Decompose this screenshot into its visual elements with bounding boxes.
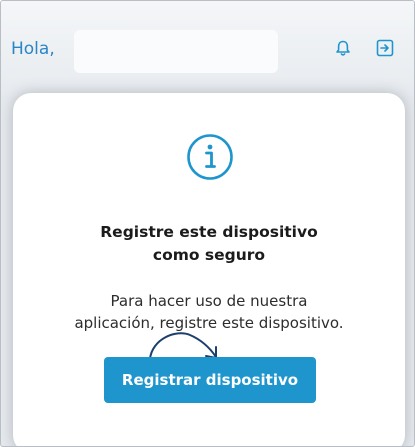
register-device-modal: Registre este dispositivo como seguro Pa… [13,93,405,446]
modal-message: Para hacer uso de nuestra aplicación, re… [13,290,405,334]
register-device-button[interactable]: Registrar dispositivo [104,357,316,403]
modal-message-line-1: Para hacer uso de nuestra [110,292,308,310]
modal-title-line-2: como seguro [152,246,266,264]
info-icon [186,133,234,181]
bell-icon[interactable] [334,39,352,57]
user-name-field [74,30,278,73]
logout-icon[interactable] [376,39,394,57]
modal-message-line-2: aplicación, registre este dispositivo. [74,314,344,332]
modal-title: Registre este dispositivo como seguro [13,221,405,267]
greeting-label: Hola, [11,39,55,59]
app-frame: Hola, Registre este dispositivo como seg… [0,0,415,447]
modal-title-line-1: Registre este dispositivo [100,223,318,241]
top-bar: Hola, [1,1,414,96]
